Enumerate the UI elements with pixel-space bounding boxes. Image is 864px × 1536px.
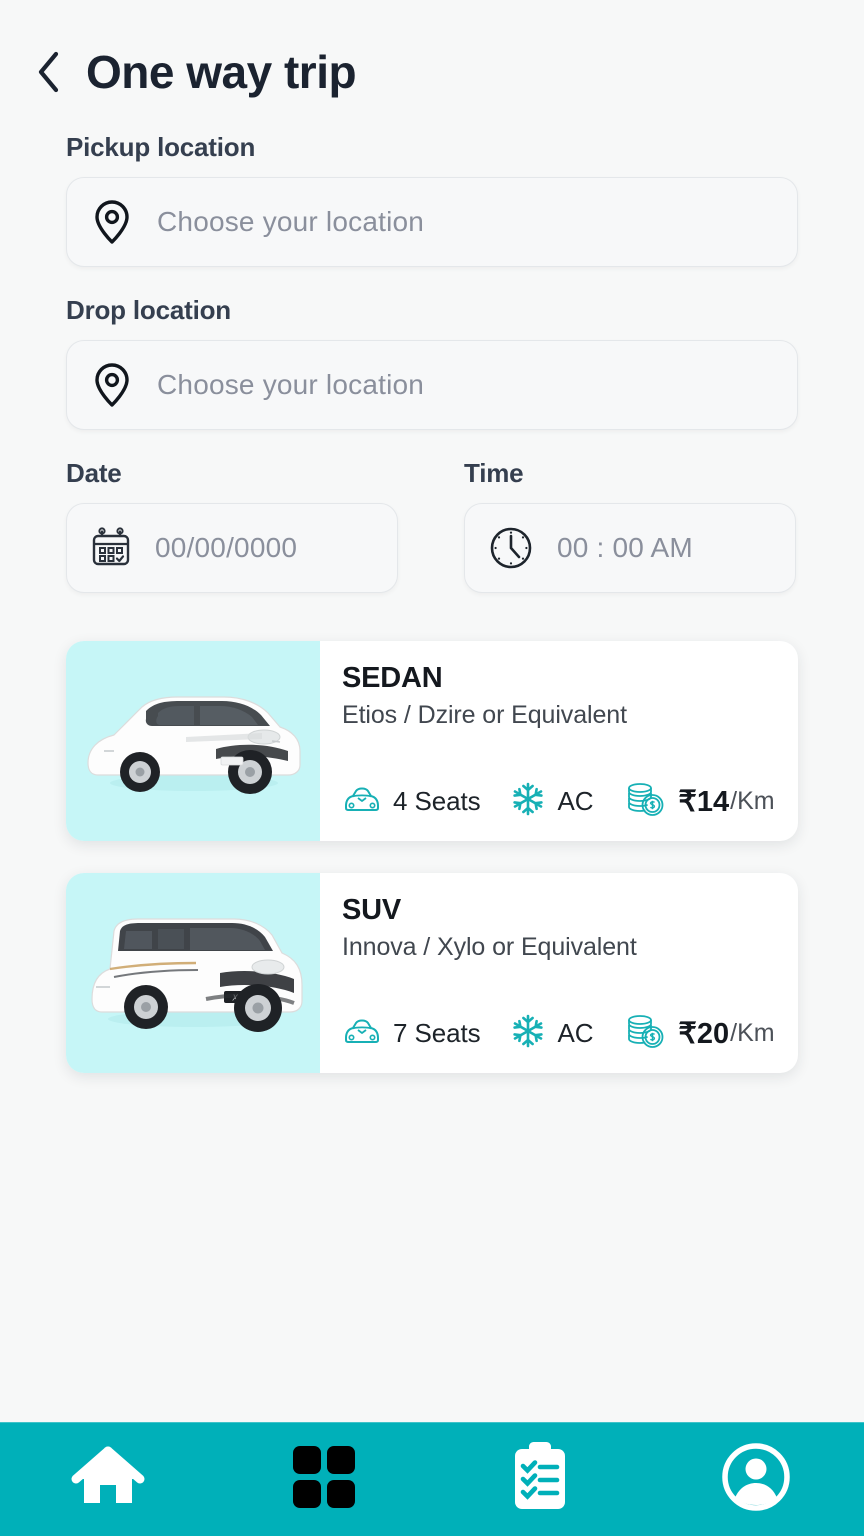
suv-seats-text: 7 Seats (393, 1018, 481, 1048)
suv-card-info: SUV Innova / Xylo or Equivalent 7 Seats … (320, 873, 798, 1073)
time-label: Time (464, 458, 524, 488)
vehicle-card-suv[interactable]: XYLO SUV Innova / Xylo or Equivalent (66, 873, 798, 1073)
drop-location-value: Choose your location (157, 369, 425, 400)
time-input[interactable]: 00 : 00 AM (464, 503, 796, 593)
white-suv-car-photo: XYLO (91, 918, 303, 1032)
date-label: Date (66, 458, 122, 488)
sedan-specs: 4 Seats AC ₹14 /Km (342, 780, 798, 823)
suv-specs: 7 Seats AC ₹20 /Km (342, 1012, 798, 1055)
car-front-icon (342, 784, 382, 819)
date-time-row: Date 00/00/0000 Time 00: 00 AM (66, 458, 798, 593)
chevron-left-icon (38, 51, 59, 93)
user-profile-icon (721, 1442, 791, 1517)
bottom-navigation-bar (0, 1422, 864, 1536)
sedan-subtitle: Etios / Dzire or Equivalent (342, 700, 627, 729)
back-button[interactable] (28, 48, 68, 96)
drop-location-input[interactable]: Choose your location (66, 340, 798, 430)
time-field: Time 00: 00 AM (464, 458, 796, 593)
calendar-icon (89, 526, 133, 570)
screen-header: One way trip (0, 0, 864, 104)
pickup-location-label: Pickup location (66, 132, 256, 162)
snowflake-icon (510, 1013, 546, 1054)
suv-price-spec: ₹20 /Km (623, 1012, 775, 1055)
sedan-card-info: SEDAN Etios / Dzire or Equivalent 4 Seat… (320, 641, 798, 841)
snowflake-icon (510, 781, 546, 822)
sedan-ac-spec: AC (510, 781, 594, 822)
clipboard-checklist-icon (509, 1441, 571, 1518)
drop-location-label: Drop location (66, 295, 231, 325)
sedan-price-amount: ₹14 (678, 786, 730, 818)
suv-seats-spec: 7 Seats (342, 1016, 481, 1051)
nav-item-home[interactable] (0, 1423, 216, 1536)
grid-dashboard-icon (291, 1444, 357, 1515)
suv-name: SUV (342, 894, 402, 926)
vehicle-list: SEDAN Etios / Dzire or Equivalent 4 Seat… (0, 593, 864, 1073)
sedan-ac-text: AC (557, 786, 594, 816)
sedan-seats-text: 4 Seats (393, 786, 481, 816)
white-sedan-car-photo (87, 696, 301, 794)
nav-item-profile[interactable] (648, 1423, 864, 1536)
suv-price-amount: ₹20 (678, 1018, 730, 1050)
time-value: 00 : 00 AM (557, 532, 693, 563)
coins-stack-icon (623, 1012, 667, 1055)
home-icon (70, 1443, 146, 1516)
page-title: One way trip (86, 46, 357, 98)
pickup-location-value: Choose your location (157, 206, 425, 237)
drop-location-field: Drop location Choose your location (66, 295, 798, 430)
sedan-seats-spec: 4 Seats (342, 784, 481, 819)
vehicle-card-sedan[interactable]: SEDAN Etios / Dzire or Equivalent 4 Seat… (66, 641, 798, 841)
car-front-icon (342, 1016, 382, 1051)
nav-item-bookings[interactable] (432, 1423, 648, 1536)
location-pin-icon (93, 362, 131, 408)
suv-car-image: XYLO (66, 873, 320, 1073)
one-way-trip-screen: One way trip Pickup location Choose your… (0, 0, 864, 1536)
sedan-name: SEDAN (342, 662, 443, 694)
location-pin-icon (93, 199, 131, 245)
nav-item-dashboard[interactable] (216, 1423, 432, 1536)
pickup-location-field: Pickup location Choose your location (66, 132, 798, 267)
suv-price-unit: /Km (730, 1019, 775, 1047)
date-field: Date 00/00/0000 (66, 458, 398, 593)
trip-form: Pickup location Choose your location Dro… (0, 104, 864, 593)
sedan-price-spec: ₹14 /Km (623, 780, 775, 823)
clock-icon (487, 524, 535, 572)
pickup-location-input[interactable]: Choose your location (66, 177, 798, 267)
date-value: 00/00/0000 (155, 532, 298, 563)
coins-stack-icon (623, 780, 667, 823)
suv-ac-text: AC (557, 1018, 594, 1048)
sedan-price-unit: /Km (730, 787, 775, 815)
suv-ac-spec: AC (510, 1013, 594, 1054)
sedan-car-image (66, 641, 320, 841)
date-input[interactable]: 00/00/0000 (66, 503, 398, 593)
suv-subtitle: Innova / Xylo or Equivalent (342, 932, 637, 961)
